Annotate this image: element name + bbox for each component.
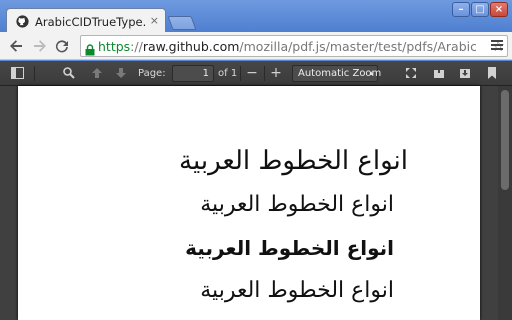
zoom-in-button[interactable]: +	[268, 65, 284, 82]
page-count: of 1	[218, 68, 238, 79]
zoom-select[interactable]: Automatic Zoom ▴	[292, 65, 381, 82]
next-page-icon[interactable]	[112, 65, 130, 82]
pdf-toolbar: Page: 1 of 1 − + Automatic Zoom ▴	[0, 61, 512, 86]
presentation-mode-icon[interactable]	[402, 65, 420, 82]
minimize-button[interactable]: –	[452, 2, 470, 17]
new-tab-button[interactable]	[167, 16, 197, 30]
pdf-viewer: انواع الخطوط العربية انواع الخطوط العربي…	[0, 86, 512, 320]
address-bar[interactable]: https://raw.github.com/mozilla/pdf.js/ma…	[80, 35, 508, 57]
page-label: Page:	[138, 68, 166, 79]
tab-close-icon[interactable]: ×	[150, 14, 159, 28]
back-arrow-icon[interactable]	[6, 36, 26, 56]
maximize-button[interactable]: □	[471, 2, 489, 17]
arabic-line-1: انواع الخطوط العربية	[179, 146, 408, 176]
chevron-updown-icon: ▴	[369, 69, 373, 77]
previous-page-icon[interactable]	[88, 65, 106, 82]
open-file-icon[interactable]	[430, 65, 448, 82]
arabic-line-2: انواع الخطوط العربية	[200, 192, 394, 217]
browser-tab[interactable]: ArabicCIDTrueType.pdf ×	[6, 8, 166, 34]
url-path: /mozilla/pdf.js/master/test/pdfs/ArabicC…	[239, 39, 476, 54]
pdf-page: انواع الخطوط العربية انواع الخطوط العربي…	[18, 86, 480, 320]
search-icon[interactable]	[60, 65, 78, 82]
arabic-line-4: انواع الخطوط العربية	[200, 278, 394, 303]
forward-arrow-icon[interactable]	[30, 36, 50, 56]
toolbar-separator	[240, 66, 241, 81]
title-bar: ArabicCIDTrueType.pdf × – □ ×	[0, 0, 512, 34]
hamburger-menu-icon[interactable]	[488, 36, 506, 54]
scrollbar-thumb[interactable]	[501, 90, 509, 190]
zoom-out-button[interactable]: −	[244, 65, 260, 82]
browser-toolbar: https://raw.github.com/mozilla/pdf.js/ma…	[0, 32, 512, 60]
download-icon[interactable]	[456, 65, 474, 82]
vertical-scrollbar[interactable]	[498, 86, 512, 320]
bookmark-icon[interactable]	[484, 65, 500, 82]
tab-title: ArabicCIDTrueType.pdf	[35, 14, 147, 29]
url-scheme: https	[98, 39, 131, 54]
page-number-input[interactable]: 1	[172, 65, 214, 82]
arabic-line-3: انواع الخطوط العربية	[185, 236, 394, 260]
reload-icon[interactable]	[52, 36, 72, 56]
url-host: raw.github.com	[142, 39, 240, 54]
url-text: https://raw.github.com/mozilla/pdf.js/ma…	[98, 39, 476, 55]
toolbar-separator	[264, 66, 265, 81]
lock-icon	[85, 41, 95, 56]
close-window-button[interactable]: ×	[490, 2, 508, 17]
url-separator: ://	[130, 39, 143, 54]
sidebar-toggle-icon[interactable]	[8, 65, 26, 82]
github-icon	[15, 15, 29, 29]
toolbar-separator	[34, 66, 35, 81]
